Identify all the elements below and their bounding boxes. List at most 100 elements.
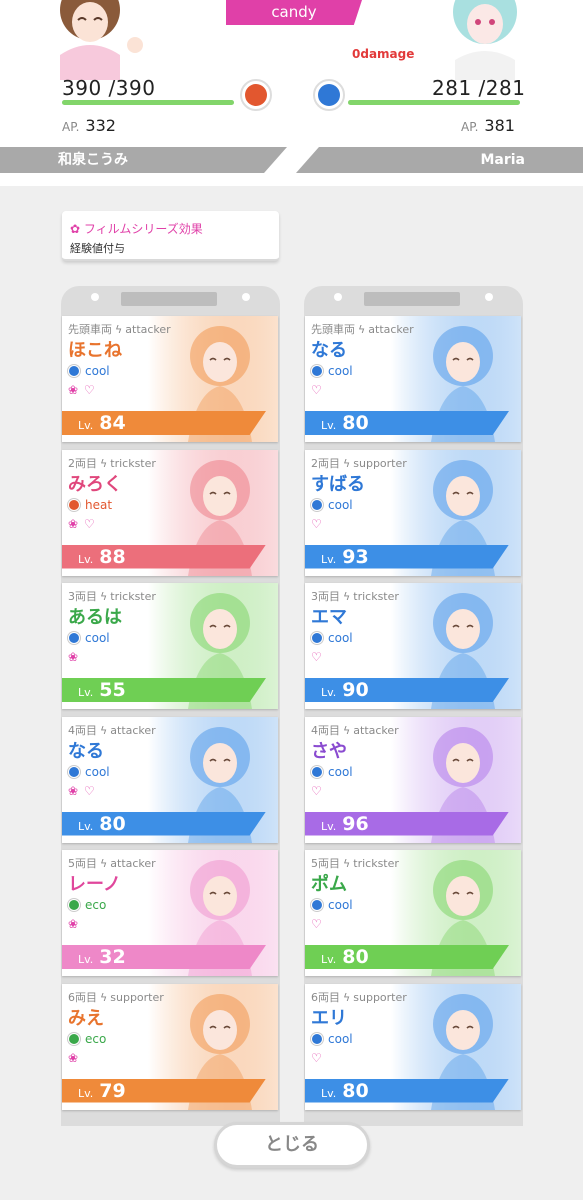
car-position: 2両目 ϟ supporter bbox=[311, 455, 407, 471]
film-marks: ❀ bbox=[68, 650, 80, 664]
character-card[interactable]: 3両目 ϟ trickster あるは cool ❀ Lv. 55 bbox=[62, 583, 278, 709]
level-value: 55 bbox=[99, 679, 126, 701]
attribute-label: cool bbox=[328, 497, 353, 512]
level: Lv. 79 bbox=[78, 1079, 126, 1103]
character-name: なる bbox=[311, 340, 347, 361]
car-position-text: 4両目 bbox=[311, 723, 340, 737]
character-name: みえ bbox=[68, 1007, 104, 1029]
player-name: 和泉こうみ bbox=[0, 147, 287, 173]
car-position-text: 3両目 bbox=[311, 590, 340, 603]
level-label: Lv. bbox=[321, 1086, 337, 1100]
car-role: trickster bbox=[110, 590, 156, 603]
attribute: cool bbox=[68, 631, 110, 645]
character-name: ほこね bbox=[68, 340, 122, 361]
attribute: cool bbox=[311, 364, 353, 378]
car-position-text: 2両目 bbox=[68, 456, 97, 470]
car-position-text: 6両目 bbox=[68, 990, 97, 1004]
car-position: 3両目 ϟ trickster bbox=[68, 588, 156, 604]
attribute-label: cool bbox=[328, 898, 353, 912]
film-marks: ♡ bbox=[311, 1050, 323, 1065]
attribute-label: heat bbox=[85, 497, 113, 512]
player-ap-label: AP. bbox=[62, 120, 80, 134]
character-card[interactable]: 6両目 ϟ supporter みえ eco ❀ Lv. 79 bbox=[62, 983, 278, 1110]
train-light bbox=[242, 293, 250, 301]
attribute: cool bbox=[311, 1032, 353, 1046]
car-position-text: 5両目 bbox=[311, 857, 340, 870]
attribute-icon bbox=[68, 899, 80, 911]
character-card[interactable]: 5両目 ϟ trickster ポム cool ♡ Lv. 80 bbox=[305, 850, 521, 976]
battle-header: candy 0damage 390 /390 281 /281 AP. 332 A… bbox=[0, 0, 583, 186]
attribute-icon bbox=[68, 632, 80, 644]
level-value: 90 bbox=[342, 679, 369, 701]
car-position: 5両目 ϟ attacker bbox=[68, 855, 156, 871]
player-portrait bbox=[40, 0, 150, 80]
bolt-icon: ϟ bbox=[343, 723, 351, 737]
attribute-label: eco bbox=[85, 1031, 107, 1046]
bolt-icon: ϟ bbox=[100, 857, 108, 870]
level: Lv. 93 bbox=[321, 545, 369, 569]
car-position: 先頭車両 ϟ attacker bbox=[68, 321, 171, 337]
character-card[interactable]: 3両目 ϟ trickster エマ cool ♡ Lv. 90 bbox=[305, 583, 521, 709]
opponent-hp-bar bbox=[348, 100, 520, 105]
attribute-icon bbox=[68, 765, 80, 778]
film-series-effect: ✿ フィルムシリーズ効果 経験値付与 bbox=[62, 211, 279, 261]
car-position-text: 先頭車両 bbox=[311, 323, 355, 336]
car-role: attacker bbox=[110, 857, 156, 870]
car-role: supporter bbox=[110, 990, 164, 1004]
film-marks: ♡ bbox=[311, 917, 323, 931]
opponent-ap-label: AP. bbox=[461, 120, 479, 134]
train-light bbox=[485, 293, 493, 301]
train-roof bbox=[121, 292, 217, 306]
car-role: attacker bbox=[368, 323, 414, 336]
car-position: 先頭車両 ϟ attacker bbox=[311, 321, 414, 337]
attribute: cool bbox=[311, 765, 353, 779]
level: Lv. 84 bbox=[78, 411, 126, 435]
character-card[interactable]: 6両目 ϟ supporter エリ cool ♡ Lv. 80 bbox=[305, 983, 521, 1110]
level-label: Lv. bbox=[78, 419, 94, 432]
attribute-icon bbox=[311, 365, 323, 377]
film-marks: ♡ bbox=[311, 783, 323, 798]
bolt-icon: ϟ bbox=[343, 590, 351, 603]
level-value: 96 bbox=[342, 812, 369, 835]
bolt-icon: ϟ bbox=[100, 990, 108, 1004]
character-name: エマ bbox=[311, 607, 347, 628]
attribute: heat bbox=[68, 498, 112, 512]
character-card[interactable]: 4両目 ϟ attacker なる cool ❀ ♡ Lv. 80 bbox=[62, 716, 278, 843]
film-marks: ♡ bbox=[311, 650, 323, 664]
character-card[interactable]: 4両目 ϟ attacker さや cool ♡ Lv. 96 bbox=[305, 716, 521, 843]
character-card[interactable]: 5両目 ϟ attacker レーノ eco ❀ Lv. 32 bbox=[62, 850, 278, 976]
water-type-icon bbox=[313, 79, 345, 111]
car-role: attacker bbox=[110, 723, 156, 737]
car-position: 4両目 ϟ attacker bbox=[68, 722, 156, 738]
car-position-text: 3両目 bbox=[68, 590, 97, 603]
car-position: 6両目 ϟ supporter bbox=[311, 989, 407, 1005]
attribute-label: cool bbox=[328, 364, 353, 378]
opponent-hp: 281 /281 bbox=[432, 76, 526, 100]
character-card[interactable]: 2両目 ϟ supporter すばる cool ♡ Lv. 93 bbox=[305, 449, 521, 576]
bolt-icon: ϟ bbox=[343, 990, 351, 1004]
mode-banner: candy bbox=[226, 0, 362, 25]
level: Lv. 96 bbox=[321, 812, 369, 836]
bolt-icon: ϟ bbox=[100, 590, 108, 603]
level: Lv. 80 bbox=[321, 411, 369, 435]
close-button[interactable]: とじる bbox=[214, 1122, 370, 1168]
character-name: エリ bbox=[311, 1007, 347, 1029]
car-position-text: 6両目 bbox=[311, 990, 340, 1004]
bolt-icon: ϟ bbox=[343, 857, 351, 870]
attribute: cool bbox=[311, 631, 353, 645]
attribute-label: cool bbox=[328, 631, 353, 645]
effect-title-text: フィルムシリーズ効果 bbox=[83, 222, 203, 236]
bolt-icon: ϟ bbox=[115, 323, 123, 336]
player-train: 先頭車両 ϟ attacker ほこね cool ❀ ♡ Lv. 84 2両目 ϟ tri… bbox=[61, 286, 280, 1126]
car-position: 6両目 ϟ supporter bbox=[68, 989, 164, 1005]
character-card[interactable]: 先頭車両 ϟ attacker ほこね cool ❀ ♡ Lv. 84 bbox=[62, 316, 278, 442]
film-marks: ❀ ♡ bbox=[68, 783, 96, 798]
level: Lv. 55 bbox=[78, 678, 126, 702]
film-marks: ♡ bbox=[311, 383, 323, 397]
character-card[interactable]: 2両目 ϟ trickster みろく heat ❀ ♡ Lv. 88 bbox=[62, 449, 278, 576]
level: Lv. 80 bbox=[321, 1079, 369, 1103]
level-label: Lv. bbox=[321, 686, 337, 699]
character-card[interactable]: 先頭車両 ϟ attacker なる cool ♡ Lv. 80 bbox=[305, 316, 521, 442]
level-label: Lv. bbox=[78, 1086, 94, 1100]
level-label: Lv. bbox=[321, 819, 337, 833]
